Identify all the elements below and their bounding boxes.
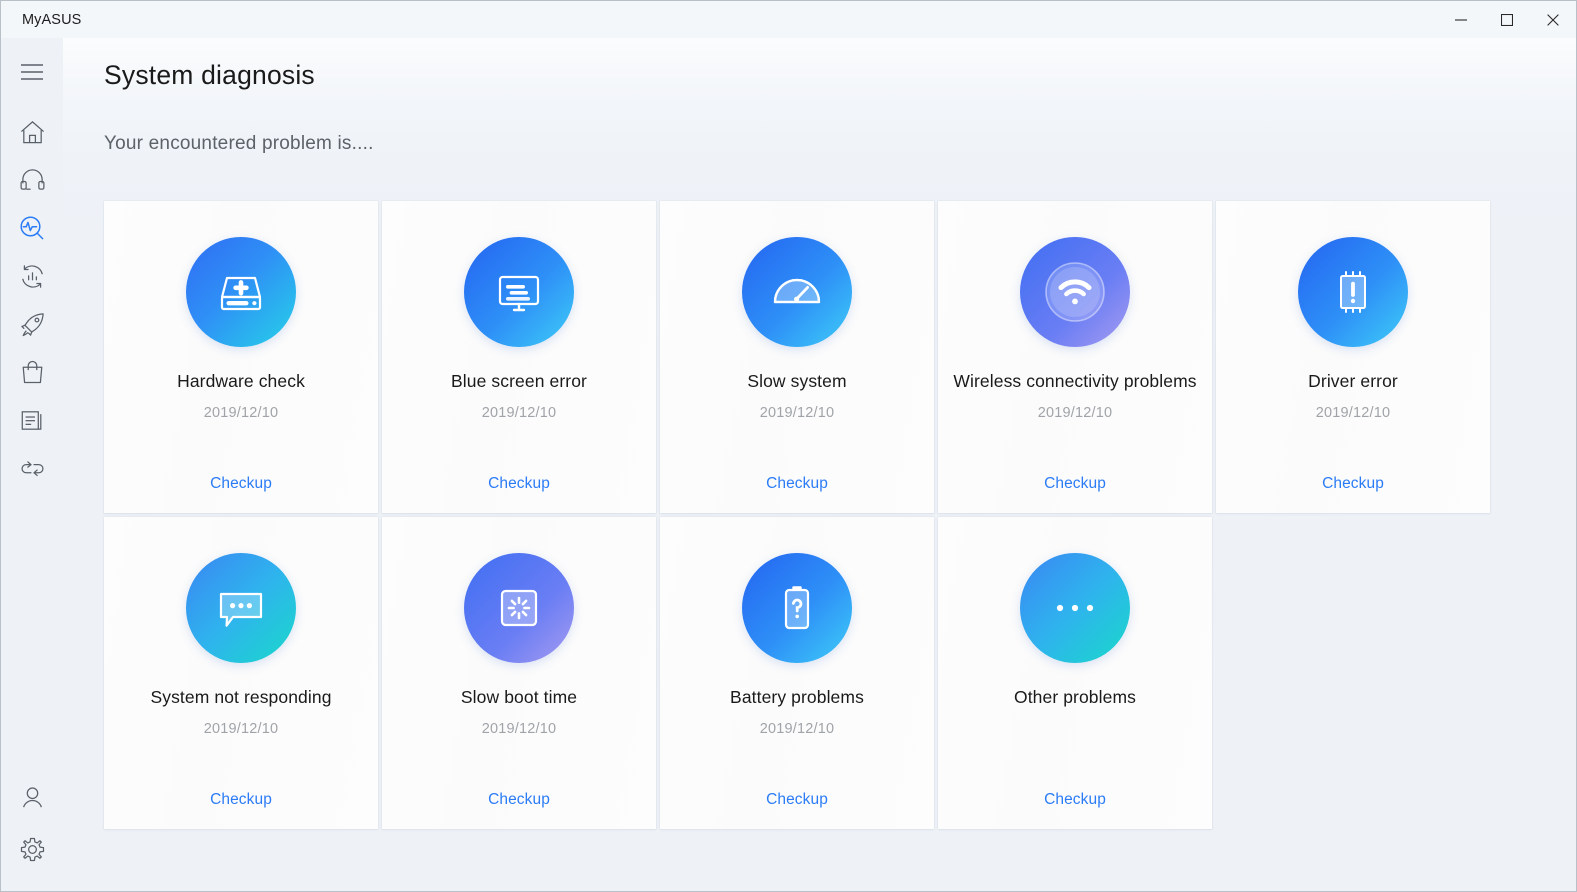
sidebar-item-analytics[interactable]	[8, 252, 56, 300]
hamburger-menu-button[interactable]	[8, 48, 56, 96]
rocket-icon	[20, 312, 44, 336]
card-driver-error[interactable]: Driver error 2019/12/10 Checkup	[1216, 201, 1490, 513]
card-date: 2019/12/10	[759, 721, 835, 737]
card-title: System not responding	[150, 687, 332, 707]
card-wireless-connectivity-problems[interactable]: Wireless connectivity problems 2019/12/1…	[938, 201, 1212, 513]
card-date: 2019/12/10	[1037, 405, 1113, 421]
card-title: Battery problems	[730, 687, 864, 707]
card-date: 2019/12/10	[203, 405, 279, 421]
card-icon-badge	[1298, 237, 1408, 347]
page-subtitle: Your encountered problem is....	[104, 133, 374, 154]
myasus-window: MyASUS System diagnosis Your encountered…	[0, 0, 1577, 892]
card-title: Slow system	[747, 371, 847, 391]
speech-bubble-dots-icon	[219, 592, 263, 627]
sidebar-item-diagnosis[interactable]	[8, 204, 56, 252]
card-hardware-check[interactable]: Hardware check 2019/12/10 Checkup	[104, 201, 378, 513]
hard-drive-plus-icon	[220, 276, 262, 311]
sidebar-item-link-to-myasus[interactable]	[8, 444, 56, 492]
card-title: Other problems	[1013, 687, 1136, 707]
card-icon-badge	[464, 237, 574, 347]
close-icon	[1547, 13, 1559, 26]
card-title: Slow boot time	[460, 687, 578, 707]
card-title: Blue screen error	[451, 371, 587, 391]
checkup-link[interactable]: Checkup	[104, 791, 378, 809]
card-slow-system[interactable]: Slow system 2019/12/10 Checkup	[660, 201, 934, 513]
card-battery-problems[interactable]: Battery problems 2019/12/10 Checkup	[660, 517, 934, 829]
account-icon	[22, 786, 42, 807]
sidebar	[1, 38, 63, 891]
sidebar-item-settings[interactable]	[8, 825, 56, 873]
diagnosis-icon	[20, 216, 44, 240]
checkup-link[interactable]: Checkup	[938, 475, 1212, 493]
speedometer-icon	[773, 278, 821, 304]
card-icon-badge	[186, 237, 296, 347]
chip-warning-icon	[1340, 271, 1366, 313]
card-icon-badge	[1020, 553, 1130, 663]
sidebar-item-support[interactable]	[8, 156, 56, 204]
card-system-not-responding[interactable]: System not responding 2019/12/10 Checkup	[104, 517, 378, 829]
screen-spinner-icon	[500, 589, 538, 627]
analytics-icon	[21, 264, 43, 288]
card-icon-badge	[742, 553, 852, 663]
card-date: 2019/12/10	[759, 405, 835, 421]
battery-question-icon	[784, 586, 810, 630]
checkup-link[interactable]: Checkup	[382, 475, 656, 493]
page-title: System diagnosis	[104, 60, 315, 90]
sidebar-item-store[interactable]	[8, 348, 56, 396]
close-button[interactable]	[1530, 1, 1576, 38]
monitor-text-icon	[498, 275, 540, 312]
sidebar-item-boost[interactable]	[8, 300, 56, 348]
checkup-link[interactable]: Checkup	[382, 791, 656, 809]
sidebar-item-account[interactable]	[8, 773, 56, 821]
headset-icon	[19, 168, 45, 190]
checkup-link[interactable]: Checkup	[660, 475, 934, 493]
sidebar-item-documents[interactable]	[8, 396, 56, 444]
card-date: 2019/12/10	[1315, 405, 1391, 421]
link-sync-icon	[20, 460, 44, 476]
checkup-link[interactable]: Checkup	[1216, 475, 1490, 493]
hamburger-icon	[21, 64, 43, 80]
checkup-link[interactable]: Checkup	[938, 791, 1212, 809]
sidebar-item-home[interactable]	[8, 108, 56, 156]
shopping-bag-icon	[22, 360, 42, 383]
card-icon-badge	[742, 237, 852, 347]
maximize-button[interactable]	[1484, 1, 1530, 38]
card-title: Driver error	[1308, 371, 1398, 391]
window-controls	[1438, 1, 1576, 38]
minimize-icon	[1455, 18, 1467, 21]
checkup-link[interactable]: Checkup	[104, 475, 378, 493]
card-other-problems[interactable]: Other problems Checkup	[938, 517, 1212, 829]
card-icon-badge	[186, 553, 296, 663]
card-title: Hardware check	[177, 371, 305, 391]
problem-cards-grid: Hardware check 2019/12/10 Checkup Blue s…	[104, 201, 1516, 829]
app-title: MyASUS	[22, 11, 82, 28]
card-slow-boot-time[interactable]: Slow boot time 2019/12/10 Checkup	[382, 517, 656, 829]
wifi-icon	[1045, 262, 1105, 322]
card-blue-screen-error[interactable]: Blue screen error 2019/12/10 Checkup	[382, 201, 656, 513]
card-date: 2019/12/10	[203, 721, 279, 737]
checkup-link[interactable]: Checkup	[660, 791, 934, 809]
main-content: System diagnosis Your encountered proble…	[63, 38, 1576, 891]
card-date: 2019/12/10	[481, 405, 557, 421]
title-bar: MyASUS	[1, 1, 1576, 38]
card-date: 2019/12/10	[481, 721, 557, 737]
maximize-icon	[1501, 13, 1513, 26]
document-icon	[21, 410, 41, 430]
home-icon	[20, 120, 44, 143]
ellipsis-icon	[1056, 604, 1094, 612]
settings-icon	[20, 837, 44, 861]
minimize-button[interactable]	[1438, 1, 1484, 38]
card-icon-badge	[1020, 237, 1130, 347]
card-icon-badge	[464, 553, 574, 663]
card-title: Wireless connectivity problems	[953, 371, 1197, 391]
